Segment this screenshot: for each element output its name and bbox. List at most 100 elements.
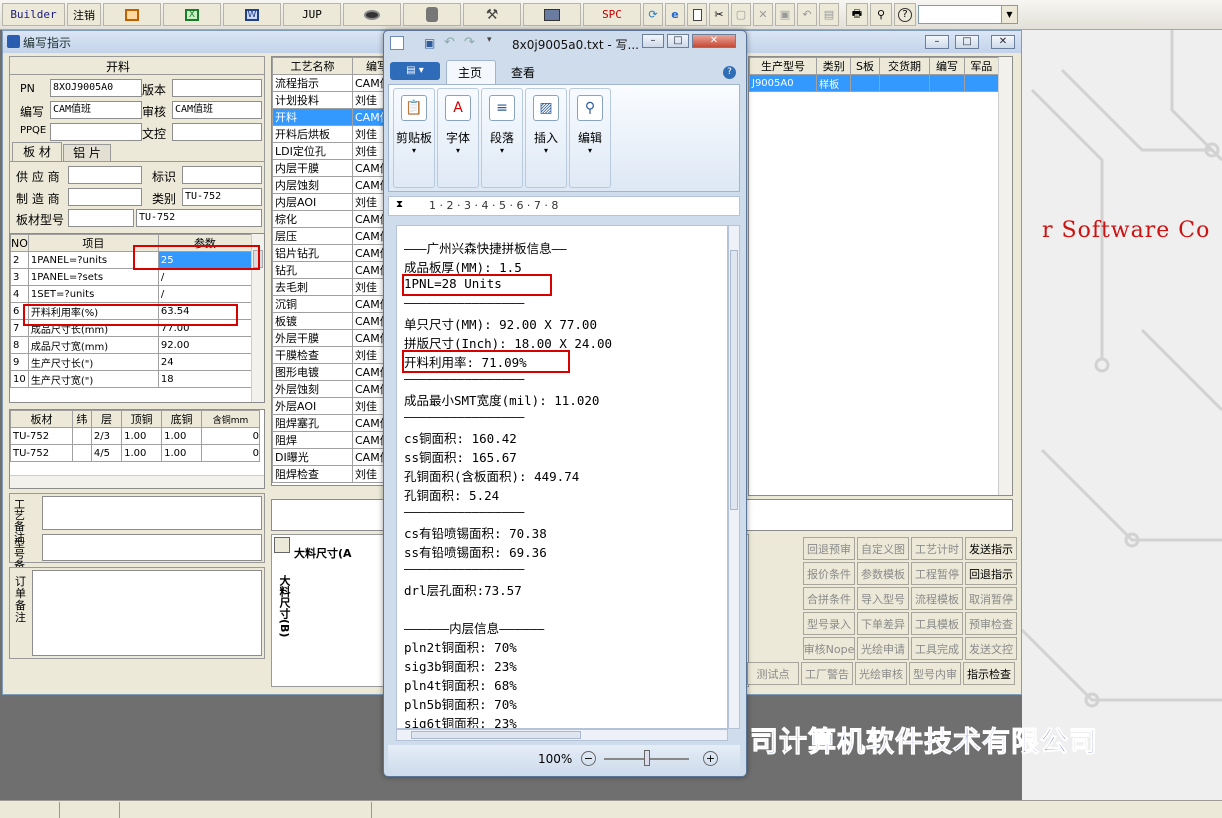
category-field[interactable]: TU-752 (182, 188, 262, 206)
action-button[interactable]: 流程模板 (911, 587, 963, 610)
font-group[interactable]: A 字体 ▾ (437, 88, 479, 188)
table-row[interactable]: 内层蚀刻CAM值 (272, 176, 383, 194)
model-note-field[interactable] (42, 534, 262, 561)
action-button[interactable]: 合拼条件 (803, 587, 855, 610)
table-row[interactable]: 干膜检查 刘佳 (272, 346, 383, 364)
action-button[interactable]: 工具模板 (911, 612, 963, 635)
order-scrollbar[interactable] (998, 57, 1012, 495)
table-row[interactable]: 10 生产尺寸宽(") 18 (10, 370, 253, 388)
table-row[interactable]: 棕化CAM值 (272, 210, 383, 228)
document-body[interactable]: ———广州兴森快捷拼板信息—— 成品板厚(MM): 1.5 1PNL=28 Unit… (396, 225, 728, 729)
quick-save-icon[interactable]: ▣ (424, 36, 435, 50)
action-button[interactable]: 发送指示 (965, 537, 1017, 560)
edit-group[interactable]: ⚲ 编辑 ▾ (569, 88, 611, 188)
jup-button[interactable]: JUP (283, 3, 341, 26)
action-button[interactable]: 回退指示 (965, 562, 1017, 585)
action-button[interactable]: 工具完成 (911, 637, 963, 660)
cell-value[interactable]: 18 (157, 370, 253, 388)
ppqe-field[interactable] (50, 123, 142, 141)
version-field[interactable] (172, 79, 262, 97)
pn-field[interactable]: 8XOJ9005A0 (50, 79, 142, 97)
action-button[interactable]: 型号内审 (909, 662, 961, 685)
table-row[interactable]: 流程指示CAM值 (272, 74, 383, 92)
database-icon[interactable] (403, 3, 461, 26)
table-row[interactable]: 内层AOI 刘佳 (272, 193, 383, 211)
doc-hscrollbar[interactable] (396, 729, 728, 741)
np-close-button[interactable]: ✕ (692, 34, 736, 48)
zoom-slider-thumb[interactable] (644, 750, 650, 766)
builder-button[interactable]: Builder (2, 3, 65, 26)
table-row[interactable]: 外层干膜CAM值 (272, 329, 383, 347)
action-button[interactable]: 工厂警告 (801, 662, 853, 685)
table-row[interactable]: 沉铜CAM值 (272, 295, 383, 313)
find-icon[interactable]: ⚲ (870, 3, 892, 26)
action-button[interactable]: 导入型号 (857, 587, 909, 610)
close-x-icon[interactable]: ✕ (753, 3, 773, 26)
table-row[interactable]: 铝片钻孔CAM值 (272, 244, 383, 262)
undo-icon[interactable]: ↶ (797, 3, 817, 26)
chevron-down-icon[interactable]: ▼ (1001, 6, 1017, 23)
table-row[interactable]: 阻焊CAM值 (272, 431, 383, 449)
tab-view[interactable]: 查看 (511, 64, 535, 81)
action-button[interactable]: 报价条件 (803, 562, 855, 585)
zoom-out-icon[interactable]: − (581, 751, 596, 766)
action-button[interactable]: 自定义图 (857, 537, 909, 560)
table-row[interactable]: 图形电镀CAM值 (272, 363, 383, 381)
refresh-icon[interactable]: ⟳ (643, 3, 663, 26)
action-button[interactable]: 指示检查 (963, 662, 1015, 685)
table-row[interactable]: 4 1SET=?units / (10, 285, 253, 303)
control-field[interactable] (172, 123, 262, 141)
paragraph-group[interactable]: ≡ 段落 ▾ (481, 88, 523, 188)
help-icon[interactable]: ? (894, 3, 916, 26)
action-button[interactable]: 取消暂停 (965, 587, 1017, 610)
word-icon[interactable]: W (223, 3, 281, 26)
action-button[interactable]: 回退预审 (803, 537, 855, 560)
action-button[interactable]: 工程暂停 (911, 562, 963, 585)
supplier-field[interactable] (68, 166, 142, 184)
maker-field[interactable] (68, 188, 142, 206)
board-hscrollbar[interactable] (10, 475, 264, 488)
np-minimize-button[interactable]: – (642, 34, 664, 48)
table-row[interactable]: TU-752 4/5 1.00 1.00 0 (10, 444, 260, 462)
action-button[interactable]: 光绘审核 (855, 662, 907, 685)
redo-icon[interactable]: ↷ (464, 35, 475, 50)
order-note-field[interactable] (32, 570, 262, 656)
maximize-button[interactable]: □ (955, 35, 979, 49)
table-row[interactable]: 开料后烘板 刘佳 (272, 125, 383, 143)
table-row[interactable]: TU-752 2/3 1.00 1.00 0 (10, 427, 260, 445)
table-row[interactable]: 3 1PANEL=?sets / (10, 268, 253, 286)
action-button[interactable]: 参数模板 (857, 562, 909, 585)
table-row[interactable]: 外层AOI 刘佳 (272, 397, 383, 415)
table-row-selected[interactable]: J9005A0 样板 (748, 74, 1000, 92)
minimize-button[interactable]: – (925, 35, 949, 49)
table-row[interactable]: 阻焊检查 刘佳 (272, 465, 383, 483)
table-row[interactable]: 板镀CAM值 (272, 312, 383, 330)
tab-home[interactable]: 主页 (458, 64, 482, 81)
cell-value[interactable]: 92.00 (157, 336, 253, 354)
board-model-empty-field[interactable] (68, 209, 134, 227)
author-field[interactable]: CAM值班 (50, 101, 142, 119)
table-row[interactable]: 8 成品尺寸宽(mm) 92.00 (10, 336, 253, 354)
insert-group[interactable]: ▨ 插入 ▾ (525, 88, 567, 188)
table-row[interactable]: DI曝光CAM值 (272, 448, 383, 466)
mark-field[interactable] (182, 166, 262, 184)
table-row[interactable]: 层压CAM值 (272, 227, 383, 245)
action-button[interactable]: 发送文控 (965, 637, 1017, 660)
undo-icon[interactable]: ↶ (444, 35, 455, 50)
tab-aluminum[interactable]: 铝 片 (63, 144, 111, 161)
np-maximize-button[interactable]: □ (667, 34, 689, 48)
tab-board[interactable]: 板 材 (12, 142, 62, 161)
close-button[interactable]: ✕ (991, 35, 1015, 49)
new-file-icon[interactable] (687, 3, 707, 26)
cell-value[interactable]: 24 (157, 353, 253, 371)
toolbar-dropdown[interactable]: ▼ (918, 5, 1018, 24)
action-button[interactable]: 光绘申请 (857, 637, 909, 660)
quick-access-dropdown-icon[interactable]: ▾ (487, 35, 492, 45)
clipboard-group[interactable]: 📋 剪贴板 ▾ (393, 88, 435, 188)
action-button[interactable]: 审核Nope (803, 637, 855, 660)
table-row[interactable]: 外层蚀刻CAM值 (272, 380, 383, 398)
excel-icon[interactable]: X (163, 3, 221, 26)
tools-icon[interactable]: ⚒ (463, 3, 521, 26)
process-note-field[interactable] (42, 496, 262, 530)
ie-icon[interactable]: e (665, 3, 685, 26)
